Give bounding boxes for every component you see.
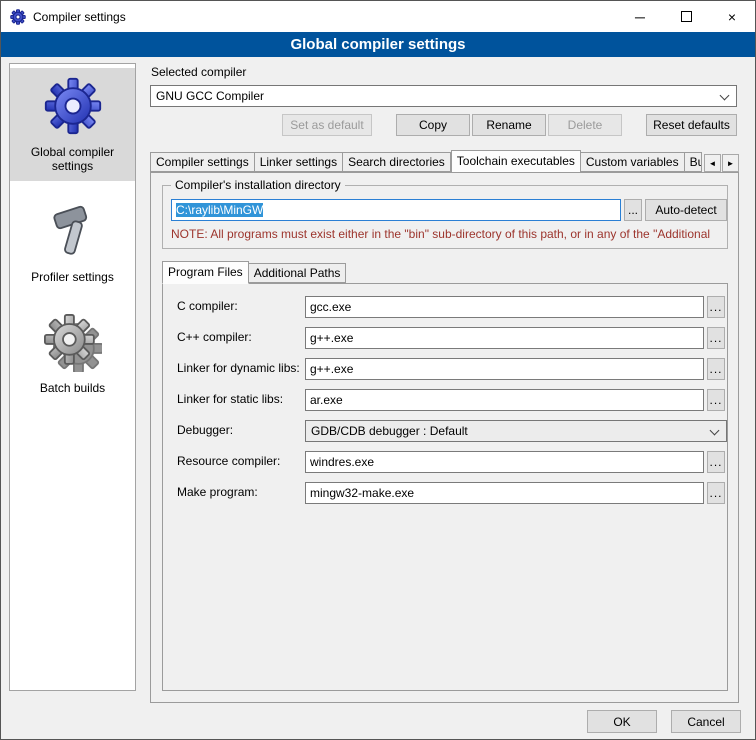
linker-dynamic-browse-button[interactable]: ... [707, 358, 725, 380]
copy-button[interactable]: Copy [396, 114, 470, 136]
dialog-header: Global compiler settings [1, 32, 755, 57]
maximize-icon [681, 11, 692, 22]
settings-tabstrip: Compiler settings Linker settings Search… [150, 149, 739, 172]
cancel-button[interactable]: Cancel [671, 710, 741, 733]
app-icon [10, 9, 26, 25]
c-compiler-label: C compiler: [177, 299, 238, 313]
blue-gear-icon [43, 76, 103, 139]
selected-compiler-label: Selected compiler [151, 65, 246, 79]
minimize-button[interactable]: ─ [617, 1, 663, 32]
bin-subdirectory-note: NOTE: All programs must exist either in … [171, 227, 723, 241]
installation-directory-groupbox: Compiler's installation directory C:\ray… [162, 185, 728, 249]
form-row-make-program: Make program: ... [163, 482, 727, 504]
c-compiler-browse-button[interactable]: ... [707, 296, 725, 318]
reset-defaults-button[interactable]: Reset defaults [646, 114, 737, 136]
titlebar: Compiler settings ─ × [1, 1, 755, 32]
installation-directory-selected-text: C:\raylib\MinGW [176, 203, 263, 217]
chevron-down-icon [710, 426, 720, 436]
delete-button: Delete [548, 114, 622, 136]
maximize-button[interactable] [663, 1, 709, 32]
form-row-debugger: Debugger: GDB/CDB debugger : Default [163, 420, 727, 442]
auto-detect-button[interactable]: Auto-detect [645, 199, 727, 221]
sidebar-item-label: Profiler settings [31, 270, 114, 284]
installation-directory-legend: Compiler's installation directory [171, 178, 345, 192]
tab-toolchain-executables[interactable]: Toolchain executables [451, 150, 581, 172]
close-button[interactable]: × [709, 1, 755, 32]
cpp-compiler-input[interactable] [305, 327, 704, 349]
form-row-linker-static: Linker for static libs: ... [163, 389, 727, 411]
resource-compiler-label: Resource compiler: [177, 454, 280, 468]
linker-static-input[interactable] [305, 389, 704, 411]
program-files-tabstrip: Program Files Additional Paths [162, 261, 346, 283]
sidebar-item-label: Global compiler settings [12, 145, 133, 173]
resource-compiler-input[interactable] [305, 451, 704, 473]
tab-search-directories[interactable]: Search directories [343, 152, 451, 172]
window-title: Compiler settings [33, 10, 126, 24]
sidebar-item-batch-builds[interactable]: Batch builds [10, 306, 135, 403]
main-panel: Selected compiler GNU GCC Compiler Set a… [149, 61, 741, 707]
program-files-panel: C compiler: ... C++ compiler: ... Linker… [162, 283, 728, 691]
sidebar-item-global-compiler-settings[interactable]: Global compiler settings [10, 68, 135, 181]
tab-custom-variables[interactable]: Custom variables [581, 152, 685, 172]
cpp-compiler-browse-button[interactable]: ... [707, 327, 725, 349]
linker-dynamic-input[interactable] [305, 358, 704, 380]
make-program-browse-button[interactable]: ... [707, 482, 725, 504]
tab-build-options[interactable]: Build options [685, 152, 702, 172]
toolchain-executables-panel: Compiler's installation directory C:\ray… [150, 172, 739, 703]
tab-scroll-right-icon[interactable]: ► [722, 154, 739, 172]
minimize-icon: ─ [635, 9, 645, 25]
selected-compiler-value: GNU GCC Compiler [156, 89, 264, 103]
compiler-actions-row: Set as default Copy Rename Delete Reset … [149, 114, 741, 136]
chevron-down-icon [720, 91, 730, 101]
form-row-linker-dynamic: Linker for dynamic libs: ... [163, 358, 727, 380]
selected-compiler-dropdown[interactable]: GNU GCC Compiler [150, 85, 737, 107]
linker-dynamic-label: Linker for dynamic libs: [177, 361, 300, 375]
form-row-c-compiler: C compiler: ... [163, 296, 727, 318]
tab-scroll-arrows: ◄ ► [703, 154, 739, 172]
rename-button[interactable]: Rename [472, 114, 546, 136]
debugger-value: GDB/CDB debugger : Default [311, 424, 468, 438]
installation-directory-browse-button[interactable]: ... [624, 199, 642, 221]
debugger-label: Debugger: [177, 423, 233, 437]
linker-static-browse-button[interactable]: ... [707, 389, 725, 411]
tabs-clip: Compiler settings Linker settings Search… [150, 150, 702, 172]
ok-button[interactable]: OK [587, 710, 657, 733]
debugger-dropdown[interactable]: GDB/CDB debugger : Default [305, 420, 727, 442]
form-row-cpp-compiler: C++ compiler: ... [163, 327, 727, 349]
c-compiler-input[interactable] [305, 296, 704, 318]
sidebar-item-profiler-settings[interactable]: Profiler settings [10, 195, 135, 292]
make-program-label: Make program: [177, 485, 258, 499]
tab-scroll-left-icon[interactable]: ◄ [704, 154, 721, 172]
tab-linker-settings[interactable]: Linker settings [255, 152, 343, 172]
gray-gears-icon [44, 314, 102, 375]
settings-category-sidebar: Global compiler settings Profiler settin… [9, 63, 136, 691]
tab-additional-paths[interactable]: Additional Paths [249, 263, 347, 283]
close-icon: × [728, 9, 736, 25]
sidebar-item-label: Batch builds [40, 381, 105, 395]
set-as-default-button: Set as default [282, 114, 372, 136]
profiler-hammer-icon [44, 203, 102, 264]
linker-static-label: Linker for static libs: [177, 392, 283, 406]
cpp-compiler-label: C++ compiler: [177, 330, 252, 344]
form-row-resource-compiler: Resource compiler: ... [163, 451, 727, 473]
make-program-input[interactable] [305, 482, 704, 504]
installation-directory-input[interactable]: C:\raylib\MinGW [171, 199, 621, 221]
resource-compiler-browse-button[interactable]: ... [707, 451, 725, 473]
tab-program-files[interactable]: Program Files [162, 261, 249, 284]
compiler-settings-dialog: Compiler settings ─ × Global compiler se… [0, 0, 756, 740]
tab-compiler-settings[interactable]: Compiler settings [150, 152, 255, 172]
